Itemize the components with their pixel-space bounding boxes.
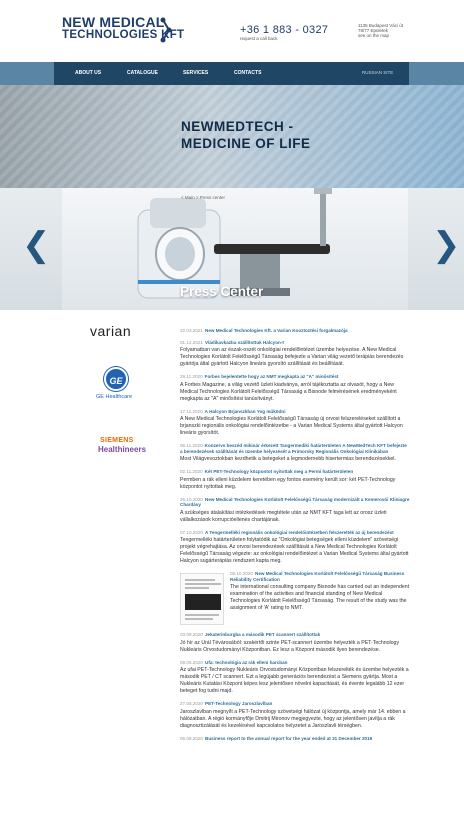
news-item-with-thumbnail[interactable]: 05.10.2020 New Medical Technologies Korlá… <box>180 571 410 626</box>
news-date: 22.03.2021 <box>180 328 203 333</box>
news-title[interactable]: New Medical Technologies Kft. a Varian K… <box>205 328 348 333</box>
ge-healthcare-logo-icon[interactable]: GE <box>104 367 128 391</box>
varian-logo[interactable]: varian <box>90 323 131 339</box>
news-heading[interactable]: 07.10.2020 A Tengermelléki regionális onk… <box>180 530 410 536</box>
news-item[interactable]: 26.10.2020 New Medical Technologies Korlá… <box>180 497 410 524</box>
news-title[interactable]: Business report to the annual report for… <box>205 736 372 741</box>
news-heading[interactable]: 06.11.2020 Konzervs beszéd mikinár érkeze… <box>180 443 410 454</box>
news-body: A szükséges átalakítási intézkedések meg… <box>180 509 387 523</box>
news-date: 01.12.2021 <box>180 339 203 345</box>
breadcrumb[interactable]: < Main > Press center <box>181 195 225 200</box>
news-title[interactable]: A Halcyon Brjanszkban Yog működni <box>205 409 286 414</box>
news-item[interactable]: 27.08.2020 PET-Technology Jaroszlavlban J… <box>180 701 410 730</box>
news-body: Az ufai PET-Technology Nukleáris Orvostu… <box>180 667 409 694</box>
news-heading[interactable]: 22.03.2021 New Medical Technologies Kft. … <box>180 328 410 334</box>
news-title[interactable]: Jekaterinburgba a második PET scannert s… <box>205 632 320 637</box>
news-item[interactable]: 29.11.2020 Forbes bejelentette hogy az NM… <box>180 374 410 403</box>
callback-link[interactable]: request a call back <box>240 36 278 41</box>
news-heading[interactable]: 05.10.2020 New Medical Technologies Korlá… <box>230 571 410 582</box>
slider-prev-icon[interactable]: ❮ <box>22 228 51 262</box>
news-date: 03.09.2020 <box>180 632 203 637</box>
siemens-logo-line-2[interactable]: Healthineers <box>98 445 146 454</box>
news-item[interactable]: 02.11.2020 Két PET-Technology központot n… <box>180 469 410 491</box>
news-title[interactable]: Konzervs beszéd mikinár érkezett Tangerm… <box>180 443 407 454</box>
news-date: 08.05.2020 <box>180 659 203 665</box>
hero-title-line-2: MEDICINE OF LIFE <box>181 136 311 151</box>
address-block: 1135 Budapest Váci út 78/77 Epületek see… <box>358 23 403 38</box>
nav-right-tail <box>408 62 464 85</box>
news-item[interactable]: 08.05.2020 Ufa: technológia az rák elleni… <box>180 660 410 696</box>
main-nav: ABOUT US CATALOGUE SERVICES CONTACTS RUS… <box>0 62 464 85</box>
news-item[interactable]: 07.10.2020 A Tengermelléki regionális onk… <box>180 530 410 566</box>
news-heading[interactable]: 08.05.2020 Ufa: technológia az rák elleni… <box>180 660 410 666</box>
news-date: 05.10.2020 <box>230 571 253 576</box>
nav-about-us[interactable]: ABOUT US <box>75 70 101 76</box>
news-body: Jaroszlavlban megnyílt a PET-Technology … <box>180 708 406 729</box>
hero-title-line-1: NEWMEDTECH - <box>181 119 294 134</box>
map-link[interactable]: see on the map <box>358 33 403 38</box>
news-item[interactable]: 06.08.2020 Business report to the annual … <box>180 736 410 742</box>
news-item[interactable]: 03.09.2020 Jekaterinburgba a második PET … <box>180 632 410 654</box>
thumbnail-block <box>185 594 221 610</box>
news-item[interactable]: 22.03.2021 New Medical Technologies Kft. … <box>180 328 410 334</box>
news-body: Permben a rák elleni küzdelem keretében … <box>180 476 396 490</box>
news-item[interactable]: 01.12.2021 Vládikavkazba szállítottuk Hal… <box>180 340 410 369</box>
thumbnail-line <box>185 583 221 585</box>
news-body: Tengermelléki határterületen folytatódik… <box>180 537 409 564</box>
page-title: Press Center <box>180 284 264 299</box>
news-date: 06.08.2020 <box>180 735 203 741</box>
news-date: 26.10.2020 <box>180 496 203 502</box>
news-body: Most Világvevoztokban kezdhetik a betege… <box>180 456 396 462</box>
news-date: 06.11.2020 <box>180 443 203 448</box>
nav-left-tail <box>0 62 54 85</box>
russian-site-link[interactable]: RUSSIAN SITE <box>362 70 393 75</box>
thumbnail-line <box>185 579 215 581</box>
news-body: Folyamatban van az észak-oszét onkológia… <box>180 347 404 367</box>
nav-catalogue[interactable]: CATALOGUE <box>127 70 158 76</box>
news-title[interactable]: Ufa: technológia az rák elleni harcban <box>205 660 287 665</box>
news-title[interactable]: New Medical Technologies Korlátolt Felel… <box>230 571 404 582</box>
news-heading[interactable]: 06.08.2020 Business report to the annual … <box>180 736 410 742</box>
news-date: 02.11.2020 <box>180 469 203 474</box>
news-heading[interactable]: 03.09.2020 Jekaterinburgba a második PET … <box>180 632 410 638</box>
thumbnail-line <box>185 587 209 589</box>
ge-healthcare-label[interactable]: GE Healthcare <box>96 394 132 400</box>
slider-next-icon[interactable]: ❯ <box>432 228 461 262</box>
news-title[interactable]: New Medical Technologies Korlátolt Felel… <box>180 497 409 508</box>
news-heading[interactable]: 17.11.2020 A Halcyon Brjanszkban Yog műkö… <box>180 409 410 415</box>
news-item[interactable]: 17.11.2020 A Halcyon Brjanszkban Yog műkö… <box>180 409 410 438</box>
hero-title: NEWMEDTECH - MEDICINE OF LIFE <box>181 118 311 152</box>
phone-number[interactable]: +36 1 883 - 0327 <box>240 24 328 36</box>
hero-banner: NEWMEDTECH - MEDICINE OF LIFE < Main > P… <box>0 85 464 310</box>
news-body: The international consulting company Bis… <box>230 584 410 611</box>
news-heading[interactable]: 01.12.2021 Vládikavkazba szállítottuk Hal… <box>180 340 410 346</box>
nav-bar <box>54 62 409 85</box>
thumbnail-line <box>185 618 213 620</box>
logo-mark-icon <box>160 17 172 43</box>
news-title[interactable]: A Tengermelléki regionális onkológiai re… <box>205 530 394 535</box>
news-body: Jó hír az Urál Tévárosából: szakértői sz… <box>180 639 400 653</box>
news-date: 07.10.2020 <box>180 529 203 535</box>
news-body: A Forbes Magazine, a világ vezető üzleti… <box>180 381 397 402</box>
news-date: 17.11.2020 <box>180 408 203 414</box>
news-feed: 22.03.2021 New Medical Technologies Kft. … <box>180 328 410 747</box>
siemens-logo-line-1[interactable]: SIEMENS <box>100 437 134 444</box>
news-heading[interactable]: 29.11.2020 Forbes bejelentette hogy az NM… <box>180 374 410 380</box>
news-heading[interactable]: 02.11.2020 Két PET-Technology központot n… <box>180 469 410 475</box>
news-heading[interactable]: 26.10.2020 New Medical Technologies Korlá… <box>180 497 410 508</box>
news-body: A New Medical Technologies Korlátolt Fel… <box>180 416 403 436</box>
thumbnail-line <box>185 614 219 616</box>
news-title[interactable]: PET-Technology Jaroszlavlban <box>205 701 272 706</box>
news-date: 29.11.2020 <box>180 374 203 379</box>
news-title[interactable]: Két PET-Technology központot nyitottak m… <box>205 469 353 474</box>
site-header: NEW MEDICAL TECHNOLOGIES KFT +36 1 883 -… <box>0 0 464 62</box>
news-date: 27.08.2020 <box>180 701 203 706</box>
nav-contacts[interactable]: CONTACTS <box>234 70 261 76</box>
news-item[interactable]: 06.11.2020 Konzervs beszéd mikinár érkeze… <box>180 443 410 463</box>
news-title[interactable]: Vládikavkazba szállítottuk Halcyon-t <box>205 340 284 345</box>
certificate-thumbnail[interactable] <box>180 573 224 625</box>
news-title[interactable]: Forbes bejelentette hogy az NMT megkapta… <box>205 374 339 379</box>
news-heading[interactable]: 27.08.2020 PET-Technology Jaroszlavlban <box>180 701 410 707</box>
nav-services[interactable]: SERVICES <box>183 70 208 76</box>
